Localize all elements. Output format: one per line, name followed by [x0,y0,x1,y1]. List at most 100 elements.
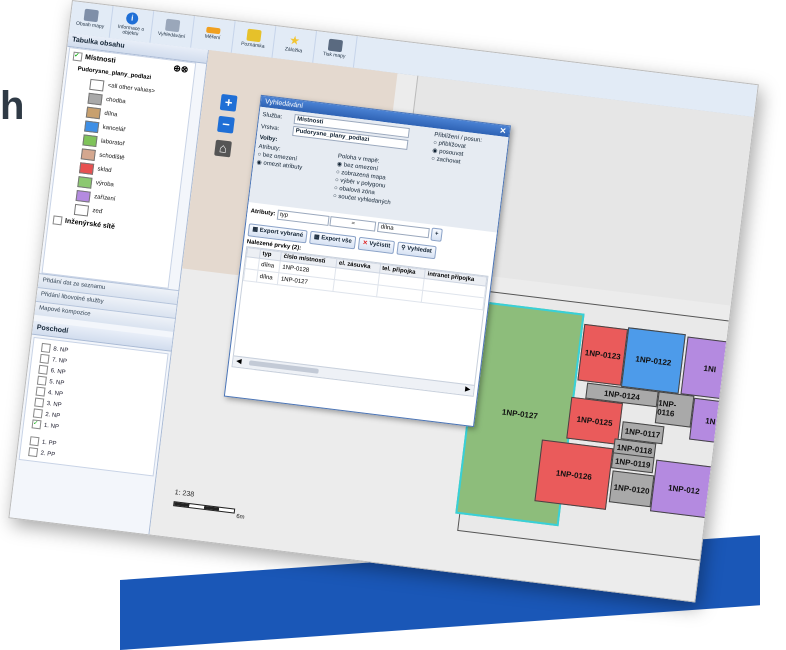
basement-checkbox[interactable] [29,436,40,447]
clear-icon: ✕ [362,240,368,247]
room-label: 1NP-0122 [634,353,672,368]
criteria-attribute-field[interactable]: typ [276,209,330,226]
scrollbar-thumb[interactable] [248,360,319,374]
legend-swatch [79,161,95,175]
legend-swatch [80,147,96,161]
floor-checkbox[interactable] [35,386,46,397]
other-layer-checkbox[interactable] [52,215,63,226]
toc-legend: ✓ Místnosti ⊕⊗ Pudorysne_plany_podlazi <… [41,47,197,289]
criteria-value-field[interactable]: dílna [377,221,430,239]
scale-bar [173,501,236,514]
export-all-label: Export vše [320,235,353,245]
toolbar-button-bookmark[interactable]: ★ Záložka [272,26,318,63]
floors-list: 8. NP 7. NP 6. NP 5. NP 4. NP 3. NP 2. N… [18,336,169,477]
search-dialog: Vyhledávání ✕ Služba: Místnosti Vrstva: … [223,94,511,428]
scale-text: 1: 238 [174,489,195,499]
legend-swatch [82,133,98,147]
criteria-label: Atributy: [250,208,276,218]
toolbar-button-print[interactable]: Tisk mapy [313,31,358,68]
basement-label: 1. PP [41,439,57,447]
building-floorplan: 1NP-0127 1NP-0123 1NP-0122 1NP-0124 1NP-… [455,290,747,563]
close-icon[interactable]: ✕ [499,125,507,137]
toolbar-button-search[interactable]: Vyhledávání [150,11,195,48]
floor-label: 5. NP [48,378,65,387]
room-polygon[interactable]: 1NP-0116 [654,391,695,428]
toolbar-button-note[interactable]: Poznámka [231,21,277,58]
room-polygon[interactable]: 1NP-0123 [577,323,629,386]
legend-swatch [85,106,102,119]
legend-swatch [84,120,100,133]
room-polygon[interactable]: 1NI [680,336,740,401]
scroll-left-icon[interactable]: ◀ [236,357,242,366]
floor-checkbox-checked[interactable]: ✓ [31,419,42,430]
basement-checkbox[interactable] [28,447,39,458]
clear-label: Vyčistit [368,241,391,250]
layer-options-icon[interactable]: ⊕⊗ [173,62,189,75]
layers-icon [83,9,99,23]
layer-label: Vrstva: [260,123,280,133]
criteria-operator-field[interactable]: = [329,216,377,232]
side-heading-fragment: h [0,84,25,128]
service-label: Služba: [262,112,283,121]
toolbar-button-label: Informace o objektu [117,23,145,38]
floor-checkbox[interactable] [38,364,49,375]
floor-checkbox[interactable] [39,353,50,364]
floor-label: 4. NP [47,389,64,398]
pos-options: Poloha v mapě: ◉ bez omezení ○ zobrazená… [333,153,396,208]
room-polygon[interactable]: 1NP-0120 [608,470,655,508]
attr-options: Atributy: ○ bez omezení ◉ omezit atribut… [253,143,338,200]
note-icon [246,29,262,43]
home-icon[interactable]: ⌂ [214,139,232,158]
room-label: 1NP-0117 [624,426,661,440]
room-label: 1NI [703,363,717,374]
floor-label: 3. NP [46,400,62,409]
room-polygon[interactable]: 1NP-0122 [620,327,686,394]
room-label: 1NP-0116 [656,398,677,419]
floor-checkbox[interactable] [36,375,47,386]
floor-checkbox[interactable] [32,408,43,419]
legend-label: zeď [92,208,103,216]
scroll-right-icon[interactable]: ▶ [465,385,471,394]
search-icon [164,19,181,33]
basement-label: 2. PP [40,450,56,458]
info-icon: i [125,11,139,25]
room-label: 1NP-0125 [576,414,614,428]
room-label: 1NP-0124 [603,388,641,402]
add-criteria-button[interactable]: + [430,227,444,242]
export-selected-label: Export vybrané [259,227,304,239]
toolbar-button-info[interactable]: i Informace o objektu [109,6,155,43]
printer-icon [327,39,344,53]
room-label: 1NP-0120 [613,482,651,496]
legend-swatch [73,203,90,217]
zoom-in-button[interactable]: + [219,93,238,112]
other-layer-label: Inženýrské sítě [64,217,116,231]
room-polygon[interactable]: 1NP-0126 [534,439,614,510]
room-polygon[interactable]: 1NP-012 [650,459,718,519]
legend-label: zařízení [93,194,116,203]
horizontal-scrollbar[interactable]: ◀ ▶ [232,355,475,396]
floor-label: 1. NP [43,422,60,431]
zoom-out-button[interactable]: − [217,115,235,134]
layer-group-checkbox[interactable]: ✓ [72,51,83,62]
toolbar-button-label: Vyhledávání [157,31,186,41]
room-label: 1NP-0119 [614,456,651,470]
toolbar-button-layers[interactable]: Obsah mapy [68,1,114,38]
legend-label: dílna [104,110,118,119]
floor-checkbox[interactable] [40,342,51,353]
legend-swatch [89,78,105,91]
legend-label: sklad [97,166,112,175]
legend-label: kancelář [102,124,126,134]
accordion-stack: Přidání dat ze seznamu Přidání libovolné… [16,273,179,479]
floor-label: 2. NP [44,411,61,420]
scale-unit: 6m [235,513,245,521]
room-label: 1NP-0127 [501,407,539,421]
floor-checkbox[interactable] [34,397,45,408]
room-label: 1N [704,415,717,427]
legend-swatch [77,175,93,189]
screenshot-frame: Obsah mapy i Informace o objektu Vyhledá… [8,0,759,603]
room-polygon[interactable]: 1N [689,397,732,445]
floor-label: 7. NP [51,356,68,365]
legend-swatch [87,92,103,105]
toolbar-button-measure[interactable]: Měření [191,16,236,53]
room-label: 1NP-0123 [584,348,622,362]
